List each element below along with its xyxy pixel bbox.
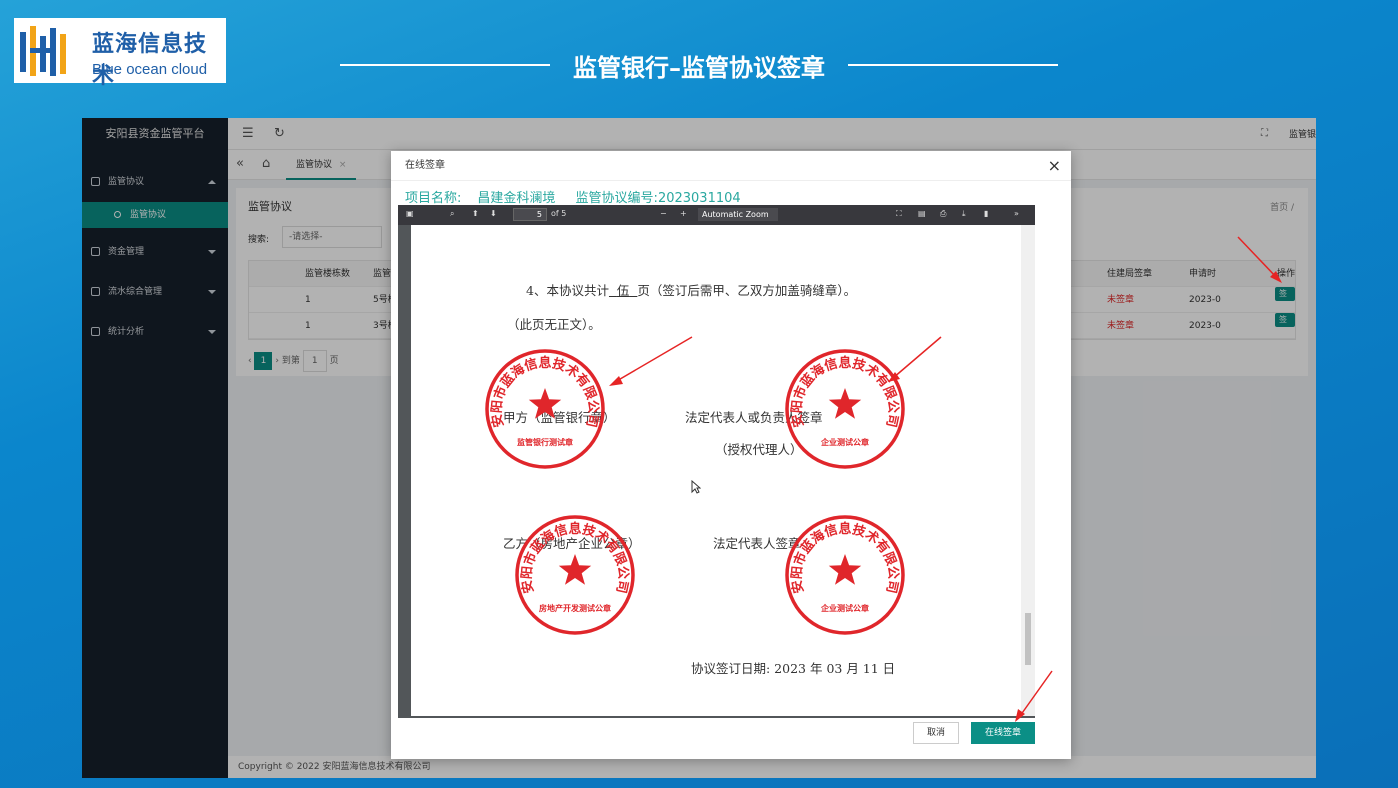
- logo-mark-icon: [20, 26, 66, 76]
- seal-graphic-icon: 安阳市蓝海信息技术有限公司企业测试公章: [785, 349, 905, 469]
- online-sign-button[interactable]: 在线签章: [971, 722, 1035, 744]
- dialog-footer: 取消 在线签章: [391, 719, 1071, 759]
- pdf-page-input[interactable]: 5: [513, 208, 547, 221]
- slide-title-text: 监管银行–监管协议签章: [573, 53, 825, 82]
- doc-line-pages: 4、本协议共计 伍 页（签订后需甲、乙双方加盖骑缝章）。: [526, 280, 856, 299]
- presentation-icon[interactable]: ⛶: [896, 209, 902, 219]
- app-window: 安阳县资金监管平台 监管协议 监管协议 资金管理 流水综合管理 统计分析 ☰ ↻…: [82, 118, 1316, 778]
- pdf-toolbar: ▣ ⌕ ⬆ ⬇ 5 of 5 − + Automatic Zoom ⛶ ▤ ⎙ …: [398, 205, 1035, 225]
- seal-star-icon: [528, 388, 562, 419]
- seal-enterprise: 安阳市蓝海信息技术有限公司 企业测试公章: [783, 347, 907, 471]
- logo-text-en: Blue ocean cloud: [92, 61, 208, 78]
- open-file-icon[interactable]: ▤: [918, 209, 926, 218]
- print-icon[interactable]: ⎙: [940, 209, 946, 219]
- dialog-title: 在线签章: [391, 151, 1071, 181]
- arrow-down-icon[interactable]: ⬇: [490, 209, 497, 218]
- slide-background: 蓝海信息技术 Blue ocean cloud 监管银行–监管协议签章 安阳县资…: [0, 0, 1398, 788]
- zoom-in-icon[interactable]: +: [680, 209, 687, 218]
- doc-line-no-text: （此页无正文）。: [507, 317, 601, 332]
- company-logo: 蓝海信息技术 Blue ocean cloud: [14, 18, 226, 89]
- doc-text: 页（签订后需甲、乙双方加盖骑缝章）。: [637, 283, 857, 298]
- project-name: 昌建金科澜境: [477, 191, 556, 206]
- pdf-page: 4、本协议共计 伍 页（签订后需甲、乙双方加盖骑缝章）。 （此页无正文）。 甲方…: [411, 225, 1021, 716]
- doc-text: 4、本协议共计: [526, 283, 609, 298]
- seal-developer: 安阳市蓝海信息技术有限公司 房地产开发测试公章: [513, 513, 637, 637]
- sidebar-toggle-icon[interactable]: ▣: [406, 209, 414, 218]
- seal-graphic-icon: 安阳市蓝海信息技术有限公司企业测试公章: [785, 515, 905, 635]
- project-info: 项目名称: 昌建金科澜境 监管协议编号:2023031104: [405, 187, 757, 206]
- title-rule-right: [848, 64, 1058, 66]
- mouse-cursor-icon: [691, 480, 701, 494]
- zoom-select[interactable]: Automatic Zoom: [698, 208, 778, 221]
- download-icon[interactable]: ⤓: [962, 209, 966, 219]
- seal-bottom-text: 监管银行测试章: [517, 437, 573, 447]
- logo-text-cn: 蓝海信息技术: [92, 32, 208, 89]
- sign-dialog: 在线签章 × 项目名称: 昌建金科澜境 监管协议编号:2023031104 ▣ ⌕…: [391, 151, 1071, 759]
- seal-star-icon: [828, 388, 862, 419]
- seal-star-icon: [558, 554, 592, 585]
- seal-graphic-icon: 安阳市蓝海信息技术有限公司房地产开发测试公章: [515, 515, 635, 635]
- seal-bottom-text: 房地产开发测试公章: [539, 603, 611, 613]
- tools-icon[interactable]: »: [1014, 209, 1019, 218]
- arrow-up-icon[interactable]: ⬆: [472, 209, 479, 218]
- sign-date: 协议签订日期: 2023 年 03 月 11 日: [691, 661, 896, 676]
- title-rule-left: [340, 64, 550, 66]
- project-label: 项目名称:: [405, 191, 462, 206]
- pdf-scroll-thumb[interactable]: [1025, 613, 1031, 665]
- pdf-scrollbar[interactable]: [1021, 225, 1035, 716]
- search-icon[interactable]: ⌕: [450, 209, 454, 219]
- seal-bottom-text: 企业测试公章: [820, 437, 869, 447]
- seal-graphic-icon: 安阳市蓝海信息技术有限公司监管银行测试章: [485, 349, 605, 469]
- bookmark-icon[interactable]: ▮: [984, 209, 988, 218]
- close-icon[interactable]: ×: [1048, 156, 1061, 175]
- slide-title: 监管银行–监管协议签章: [340, 48, 1058, 82]
- zoom-out-icon[interactable]: −: [660, 209, 667, 218]
- cancel-button[interactable]: 取消: [913, 722, 959, 744]
- pdf-viewer: ▣ ⌕ ⬆ ⬇ 5 of 5 − + Automatic Zoom ⛶ ▤ ⎙ …: [398, 205, 1035, 718]
- seal-bottom-text: 企业测试公章: [820, 603, 869, 613]
- pdf-page-total: of 5: [551, 209, 567, 218]
- seal-bank: 安阳市蓝海信息技术有限公司 监管银行测试章: [483, 347, 607, 471]
- agreement-label: 监管协议编号:: [575, 191, 658, 206]
- seal-enterprise-2: 安阳市蓝海信息技术有限公司 企业测试公章: [783, 513, 907, 637]
- doc-page-count: 伍: [616, 283, 630, 298]
- agreement-number: 2023031104: [657, 191, 741, 206]
- seal-star-icon: [828, 554, 862, 585]
